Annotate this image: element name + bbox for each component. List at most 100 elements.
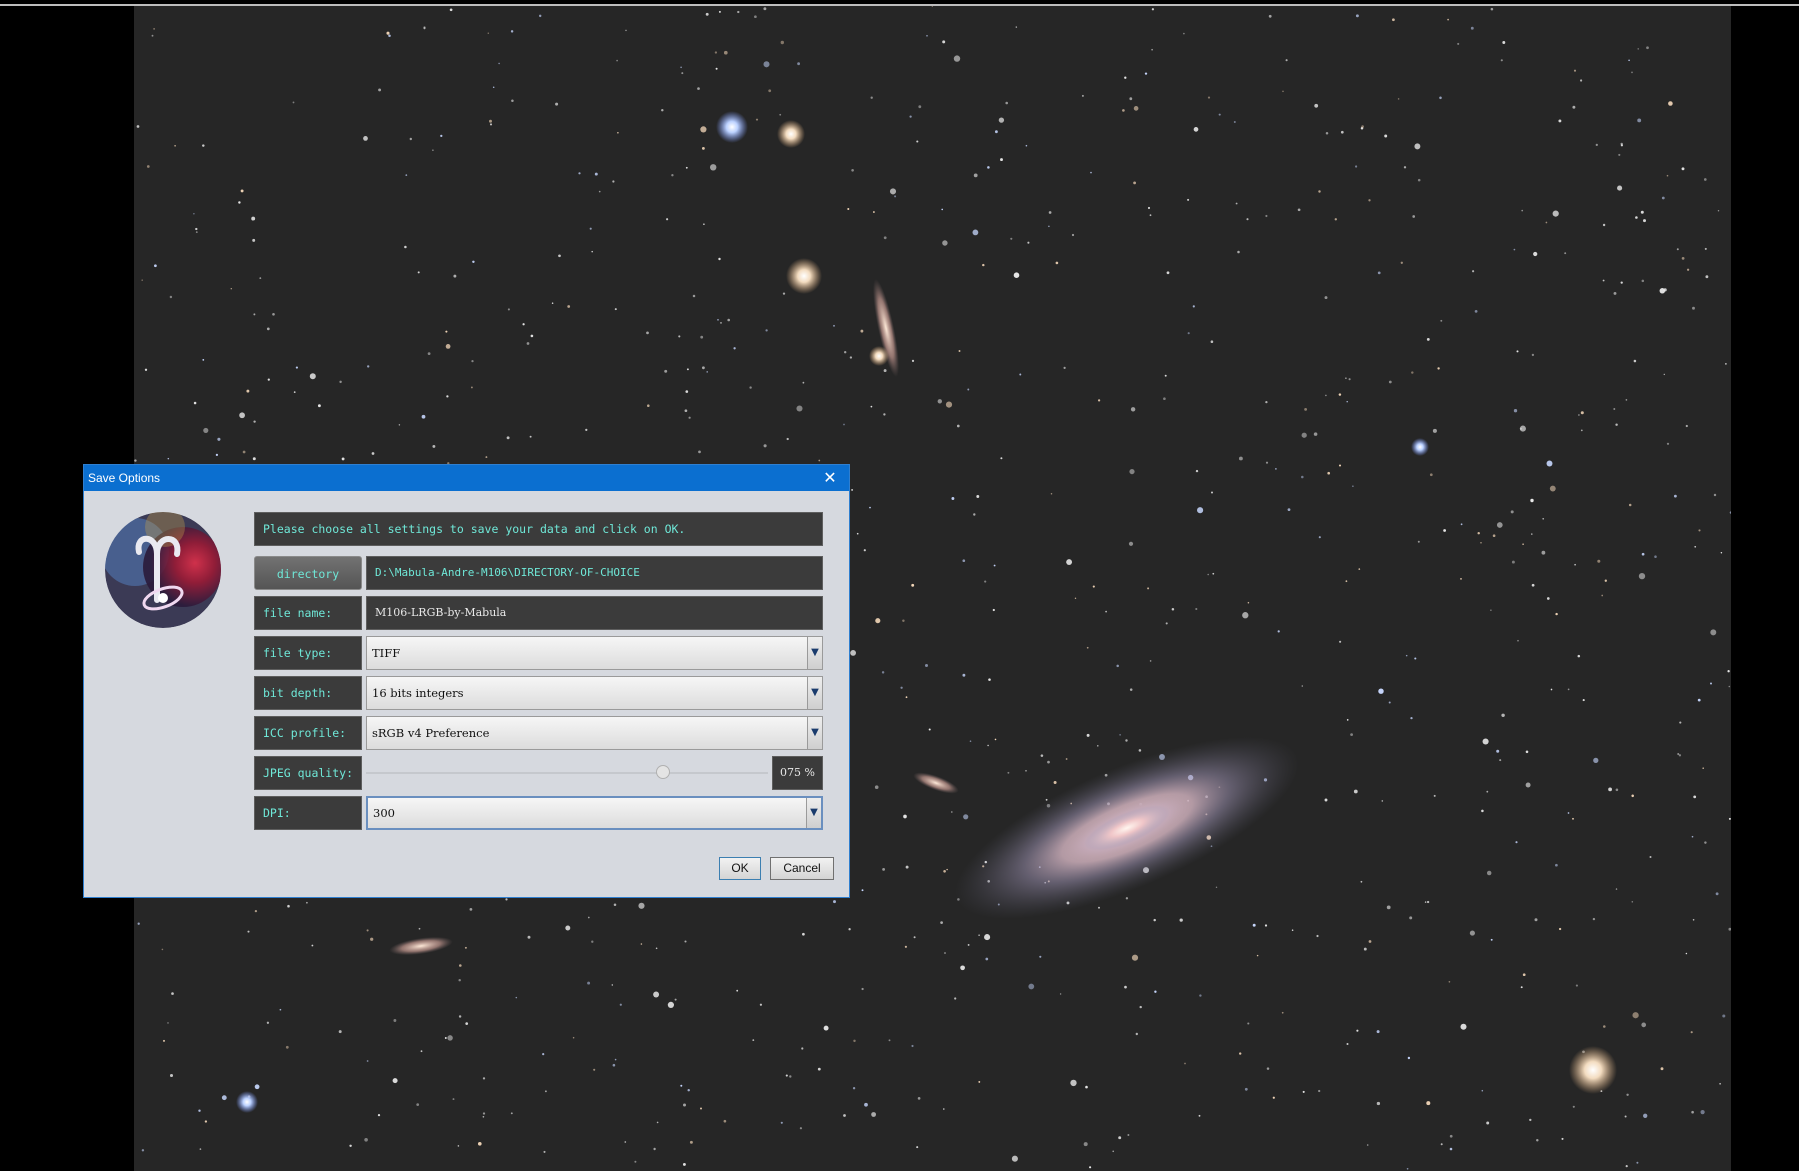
- star: [1661, 196, 1665, 200]
- star: [1722, 1014, 1726, 1018]
- star: [1522, 543, 1524, 546]
- star: [1482, 738, 1489, 745]
- file-type-select[interactable]: TIFF ▼: [366, 636, 823, 670]
- directory-path-field[interactable]: D:\Mabula-Andre-M106\DIRECTORY-OF-CHOICE: [366, 556, 823, 590]
- cancel-button[interactable]: Cancel: [770, 857, 834, 880]
- star: [1536, 1138, 1539, 1142]
- star: [1166, 271, 1170, 275]
- dropdown-arrow-icon[interactable]: ▼: [806, 798, 821, 828]
- star: [1412, 215, 1416, 218]
- star: [678, 335, 681, 338]
- star: [1192, 305, 1195, 308]
- star: [444, 1037, 447, 1039]
- star: [1125, 739, 1128, 742]
- star: [799, 1127, 803, 1130]
- star: [1470, 26, 1474, 30]
- star: [572, 1036, 575, 1039]
- galaxy-m106: [955, 737, 1299, 919]
- star: [655, 947, 658, 950]
- star: [960, 965, 965, 971]
- star: [1460, 578, 1462, 580]
- jpeg-quality-slider-thumb[interactable]: [656, 765, 671, 779]
- star: [295, 366, 298, 369]
- dropdown-arrow-icon[interactable]: ▼: [807, 717, 822, 749]
- star: [416, 1103, 420, 1106]
- star: [1027, 241, 1030, 244]
- star: [863, 549, 866, 552]
- star: [409, 137, 412, 141]
- star: [1187, 198, 1190, 201]
- star: [1490, 7, 1494, 11]
- dialog-titlebar[interactable]: Save Options ✕: [84, 465, 849, 491]
- star: [1511, 560, 1515, 564]
- star: [1318, 1089, 1321, 1093]
- star: [1392, 18, 1395, 22]
- star: [1122, 109, 1125, 112]
- dpi-select[interactable]: 300 ▼: [366, 796, 823, 830]
- star: [723, 50, 728, 55]
- star: [870, 405, 873, 408]
- star: [671, 174, 674, 177]
- star: [1631, 901, 1634, 903]
- star: [465, 1022, 469, 1025]
- star: [1729, 511, 1731, 514]
- star: [593, 1068, 596, 1071]
- star: [1519, 427, 1523, 430]
- directory-row: directory D:\Mabula-Andre-M106\DIRECTORY…: [254, 556, 823, 590]
- star: [1097, 399, 1101, 402]
- star: [889, 188, 897, 195]
- star: [1521, 209, 1524, 212]
- star: [1266, 1067, 1270, 1070]
- star: [1345, 580, 1348, 583]
- jpeg-quality-slider[interactable]: [366, 772, 768, 774]
- star: [967, 943, 970, 946]
- star: [1578, 414, 1580, 416]
- star: [598, 190, 601, 193]
- star: [984, 934, 991, 941]
- star: [680, 66, 682, 69]
- star: [1530, 498, 1534, 503]
- star: [1501, 713, 1505, 718]
- star: [1615, 788, 1619, 792]
- star: [1151, 8, 1155, 11]
- star: [706, 371, 708, 373]
- star: [852, 1087, 856, 1090]
- star: [1529, 1118, 1532, 1122]
- bit-depth-select[interactable]: 16 bits integers ▼: [366, 676, 823, 710]
- star: [1000, 457, 1003, 460]
- bit-depth-label: bit depth:: [254, 676, 362, 710]
- icc-profile-select[interactable]: sRGB v4 Preference ▼: [366, 716, 823, 750]
- close-icon[interactable]: ✕: [817, 465, 843, 491]
- star: [1728, 817, 1731, 820]
- dropdown-arrow-icon[interactable]: ▼: [807, 677, 822, 709]
- file-name-input[interactable]: M106-LRGB-by-Mabula: [366, 596, 823, 630]
- star: [1360, 880, 1363, 883]
- ok-button[interactable]: OK: [719, 857, 761, 880]
- star: [252, 457, 256, 461]
- star: [522, 323, 525, 326]
- star: [917, 1097, 921, 1100]
- star: [833, 900, 836, 904]
- star: [1368, 940, 1372, 943]
- star: [942, 40, 946, 44]
- star: [1555, 863, 1558, 867]
- directory-button[interactable]: directory: [254, 556, 362, 590]
- star: [1272, 1096, 1275, 1099]
- star: [1545, 221, 1548, 224]
- star: [1641, 552, 1645, 556]
- star: [1546, 460, 1553, 467]
- dpi-row: DPI: 300 ▼: [254, 796, 823, 830]
- star: [1440, 319, 1443, 322]
- star: [242, 450, 246, 454]
- star: [780, 40, 784, 45]
- star: [674, 998, 677, 1001]
- star: [1681, 167, 1685, 171]
- star: [1285, 59, 1288, 62]
- star: [1564, 252, 1567, 255]
- star: [1625, 399, 1628, 401]
- star: [1144, 72, 1148, 75]
- star: [530, 334, 534, 338]
- star: [1632, 1012, 1639, 1019]
- dropdown-arrow-icon[interactable]: ▼: [807, 637, 822, 669]
- star: [420, 1050, 423, 1053]
